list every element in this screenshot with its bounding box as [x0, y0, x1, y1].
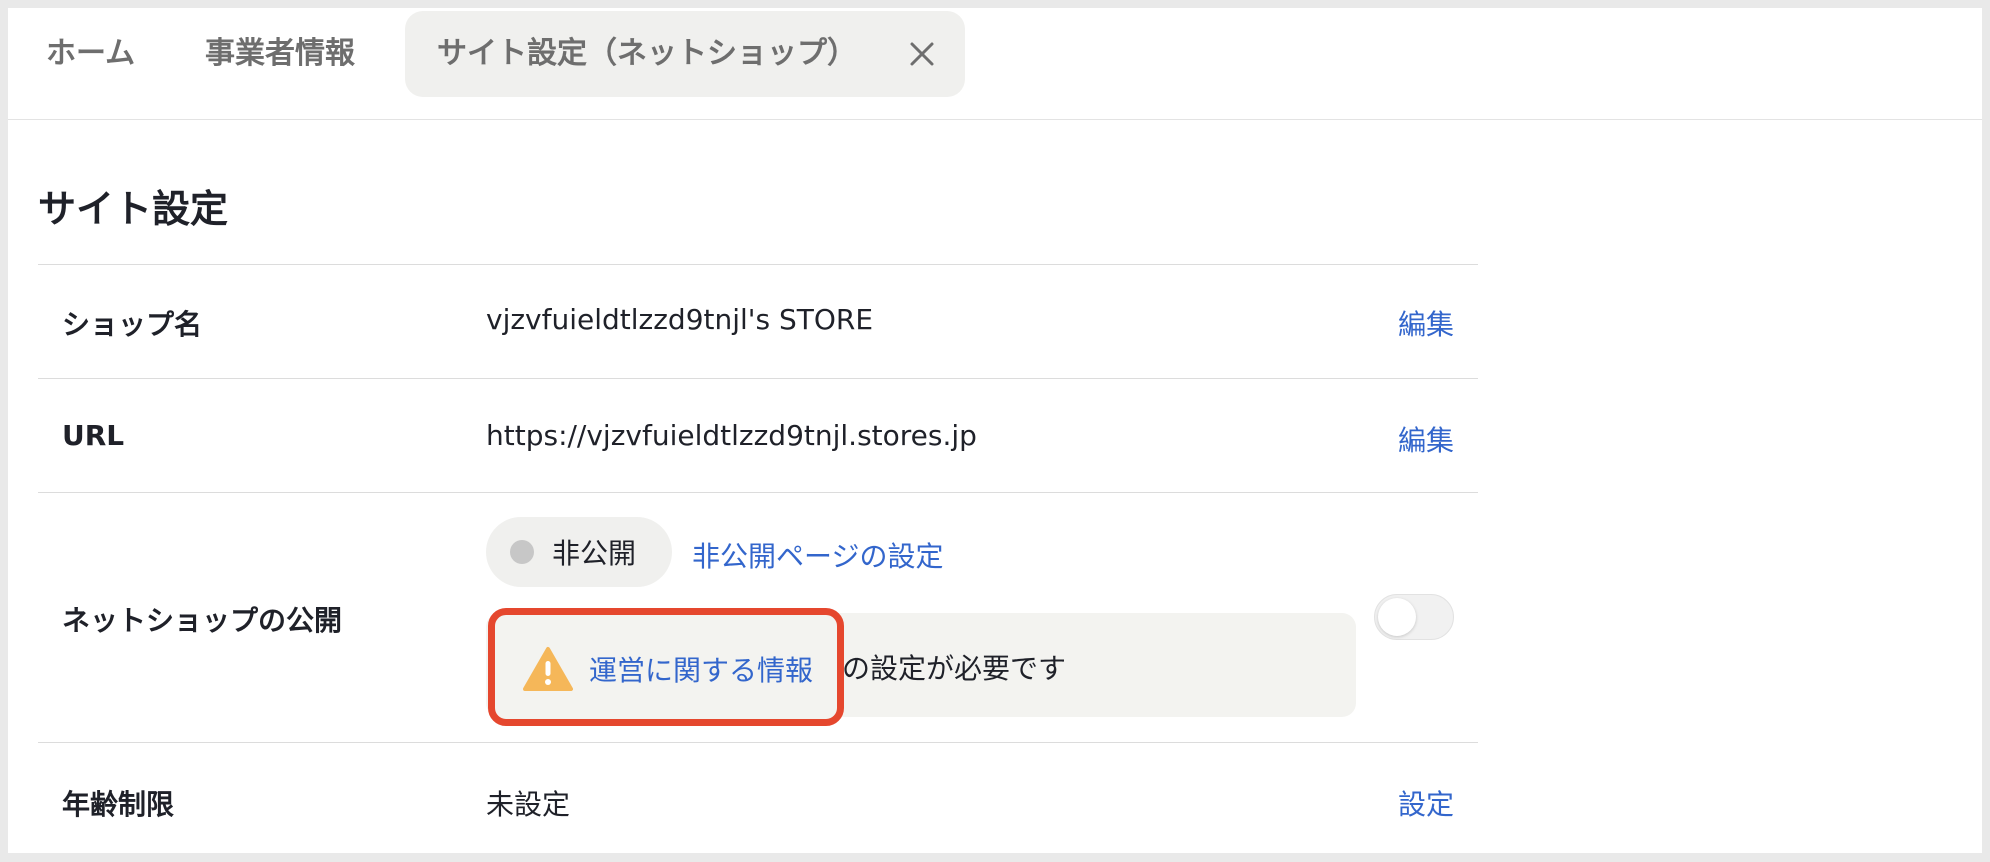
age-restriction-value: 未設定 [486, 788, 571, 821]
tab-site-settings[interactable]: サイト設定（ネットショップ） [405, 11, 965, 97]
notice-text: の設定が必要です [842, 652, 1067, 685]
publish-label: ネットショップの公開 [62, 604, 343, 637]
age-restriction-label: 年齢制限 [62, 788, 175, 821]
tab-site-settings-label: サイト設定（ネットショップ） [437, 36, 857, 71]
status-text: 非公開 [552, 537, 637, 570]
publish-row: ネットショップの公開 非公開 非公開ページの設定 の設定が必要です 運営に関する… [38, 493, 1478, 743]
status-badge: 非公開 [486, 517, 672, 587]
status-dot-icon [510, 540, 534, 564]
highlight-box: 運営に関する情報 [488, 608, 844, 726]
app-frame: ホーム 事業者情報 サイト設定（ネットショップ） サイト設定 ショップ名 vjz… [8, 8, 1982, 853]
shop-name-value: vjzvfuieldtlzzd9tnjl's STORE [486, 303, 874, 336]
edit-shop-name-link[interactable]: 編集 [1398, 303, 1454, 343]
settings-table: ショップ名 vjzvfuieldtlzzd9tnjl's STORE 編集 UR… [38, 264, 1478, 853]
shop-name-row: ショップ名 vjzvfuieldtlzzd9tnjl's STORE 編集 [38, 265, 1478, 379]
url-label: URL [62, 419, 125, 452]
url-value: https://vjzvfuieldtlzzd9tnjl.stores.jp [486, 419, 977, 452]
edit-url-link[interactable]: 編集 [1398, 419, 1454, 459]
warning-icon [523, 647, 573, 691]
close-icon[interactable] [907, 39, 937, 69]
publish-toggle[interactable] [1374, 594, 1454, 640]
url-row: URL https://vjzvfuieldtlzzd9tnjl.stores.… [38, 379, 1478, 493]
private-page-settings-link[interactable]: 非公開ページの設定 [692, 535, 943, 575]
toggle-knob [1378, 598, 1416, 636]
tab-business-info[interactable]: 事業者情報 [205, 11, 355, 97]
age-restriction-row: 年齢制限 未設定 設定 [38, 743, 1478, 853]
tab-bar: ホーム 事業者情報 サイト設定（ネットショップ） [8, 8, 1982, 120]
tab-home[interactable]: ホーム [46, 11, 135, 97]
shop-name-label: ショップ名 [62, 308, 203, 341]
page-title: サイト設定 [38, 187, 229, 231]
set-age-restriction-link[interactable]: 設定 [1398, 783, 1454, 823]
operation-info-link[interactable]: 運営に関する情報 [589, 649, 813, 689]
